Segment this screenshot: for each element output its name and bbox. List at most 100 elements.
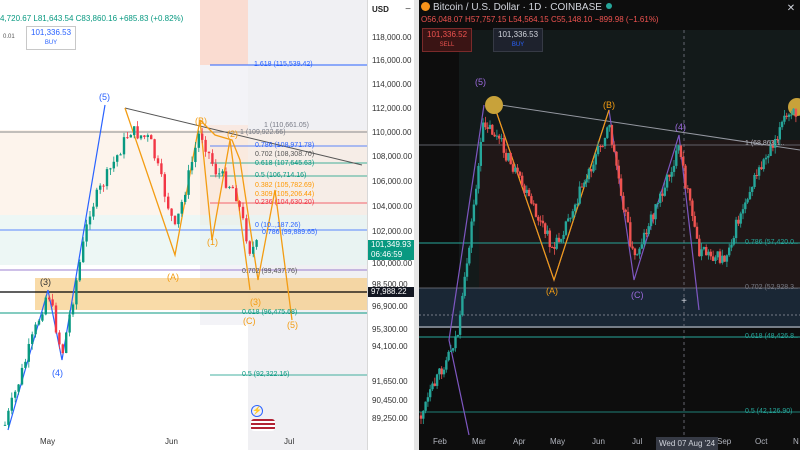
candle-body <box>787 114 791 117</box>
price-axis[interactable]: USD − 118,000.00 116,000.00 114,000.00 1… <box>367 0 414 450</box>
demand-zone <box>35 278 367 310</box>
close-icon[interactable]: ✕ <box>785 3 797 15</box>
currency-label[interactable]: USD <box>372 5 389 14</box>
candle-body <box>481 122 485 142</box>
right-chart-canvas[interactable] <box>419 0 800 450</box>
candle-body <box>652 214 655 220</box>
ohlc-readout: O56,048.07 H57,757.15 L54,564.15 C55,148… <box>421 15 659 24</box>
candle-body <box>34 324 37 335</box>
candle-body <box>493 134 496 137</box>
candle-body <box>231 186 234 189</box>
candle-body <box>672 165 676 172</box>
candle-body <box>449 350 453 352</box>
price-tick: 102,000.00 <box>372 227 413 236</box>
demand-zone <box>419 288 800 328</box>
candle-body <box>755 174 758 176</box>
buy-button[interactable]: 101,336.53 BUY <box>493 28 544 52</box>
candle-body <box>37 320 41 325</box>
left-chart-pane[interactable]: 4,720.67 L81,643.54 C83,860.16 +685.83 (… <box>0 0 367 450</box>
sell-label: SELL <box>439 42 455 48</box>
candle-body <box>502 138 505 153</box>
candle-body <box>180 201 183 214</box>
candle-body <box>539 220 542 222</box>
us-flag-icon[interactable] <box>251 419 275 431</box>
candle-body <box>143 135 146 138</box>
candle-body <box>167 196 170 209</box>
candle-body <box>569 217 572 219</box>
candle-body <box>590 168 593 172</box>
candle-body <box>631 246 634 249</box>
candle-body <box>119 154 122 156</box>
candle-body <box>762 159 765 170</box>
candle-body <box>440 368 443 375</box>
candle-body <box>571 211 574 218</box>
fib-label: 0.236 (104,630.20) <box>255 199 315 206</box>
candle-body <box>150 135 153 140</box>
candle-body <box>433 383 436 386</box>
wave-label: (5) <box>475 77 486 87</box>
candle-body <box>95 189 98 207</box>
candle-body <box>629 222 632 247</box>
sell-button[interactable]: 101,336.52 SELL <box>422 28 473 52</box>
candle-body <box>679 145 683 158</box>
buy-price: 101,336.53 <box>498 30 539 39</box>
candle-body <box>523 185 526 193</box>
candle-body <box>583 182 586 187</box>
wave-label: (5) <box>287 320 298 330</box>
fib-fill-mid <box>0 215 367 265</box>
candle-body <box>567 218 570 222</box>
candle-body <box>252 246 255 254</box>
candle-body <box>693 216 696 227</box>
candle-body <box>767 155 770 158</box>
candle-body <box>429 389 432 398</box>
candle-body <box>573 204 577 212</box>
candle-body <box>645 232 648 235</box>
candle-body <box>488 124 492 129</box>
candle-body <box>136 126 139 139</box>
candle-body <box>78 262 81 281</box>
candle-body <box>716 251 719 258</box>
wave-marker <box>485 96 503 114</box>
candle-body <box>578 186 581 204</box>
ohlc-open: O56,048.07 <box>421 15 463 24</box>
candle-body <box>445 360 448 370</box>
candle-body <box>677 145 680 151</box>
right-chart-pane[interactable]: Bitcoin / U.S. Dollar · 1D · COINBASE O5… <box>419 0 800 450</box>
crosshair-icon[interactable]: + <box>678 296 690 308</box>
candle-body <box>615 151 618 166</box>
candle-body <box>177 213 180 225</box>
fib-label: 0.786 (99,889.65) <box>262 229 318 236</box>
buy-label: BUY <box>44 40 58 46</box>
candle-body <box>109 168 112 170</box>
candle-body <box>636 254 639 256</box>
candle-body <box>207 151 211 154</box>
wave-label: (B) <box>195 116 207 126</box>
candle-body <box>601 146 604 148</box>
minus-icon[interactable]: − <box>402 4 414 16</box>
wave-label: (B) <box>603 100 615 110</box>
candle-body <box>156 158 160 164</box>
current-price: 101,349.93 <box>371 240 412 249</box>
candle-body <box>663 187 666 196</box>
candle-body <box>475 188 478 205</box>
candle-body <box>85 224 88 242</box>
price-tick: 104,000.00 <box>372 202 413 211</box>
x-axis-label: Mar <box>472 437 486 446</box>
candle-body <box>737 219 740 224</box>
candle-body <box>54 305 58 333</box>
ohlc-readout: 4,720.67 L81,643.54 C83,860.16 +685.83 (… <box>0 14 183 23</box>
candle-body <box>647 226 650 235</box>
candle-body <box>221 171 224 174</box>
indicator-value: 0.01 <box>3 34 15 40</box>
buy-button[interactable]: 101,336.53 BUY <box>26 26 77 50</box>
candle-body <box>728 247 731 256</box>
candle-body <box>105 169 109 187</box>
candle-body <box>452 348 455 351</box>
candle-body <box>613 144 616 152</box>
candle-body <box>438 368 441 375</box>
crosshair-price-tag: 97,988.22 <box>368 287 414 297</box>
lightning-icon[interactable]: ⚡ <box>251 405 263 417</box>
candle-body <box>521 175 524 186</box>
fib-label: 0.702 (108,308.70) <box>255 151 315 158</box>
candle-body <box>129 135 132 138</box>
